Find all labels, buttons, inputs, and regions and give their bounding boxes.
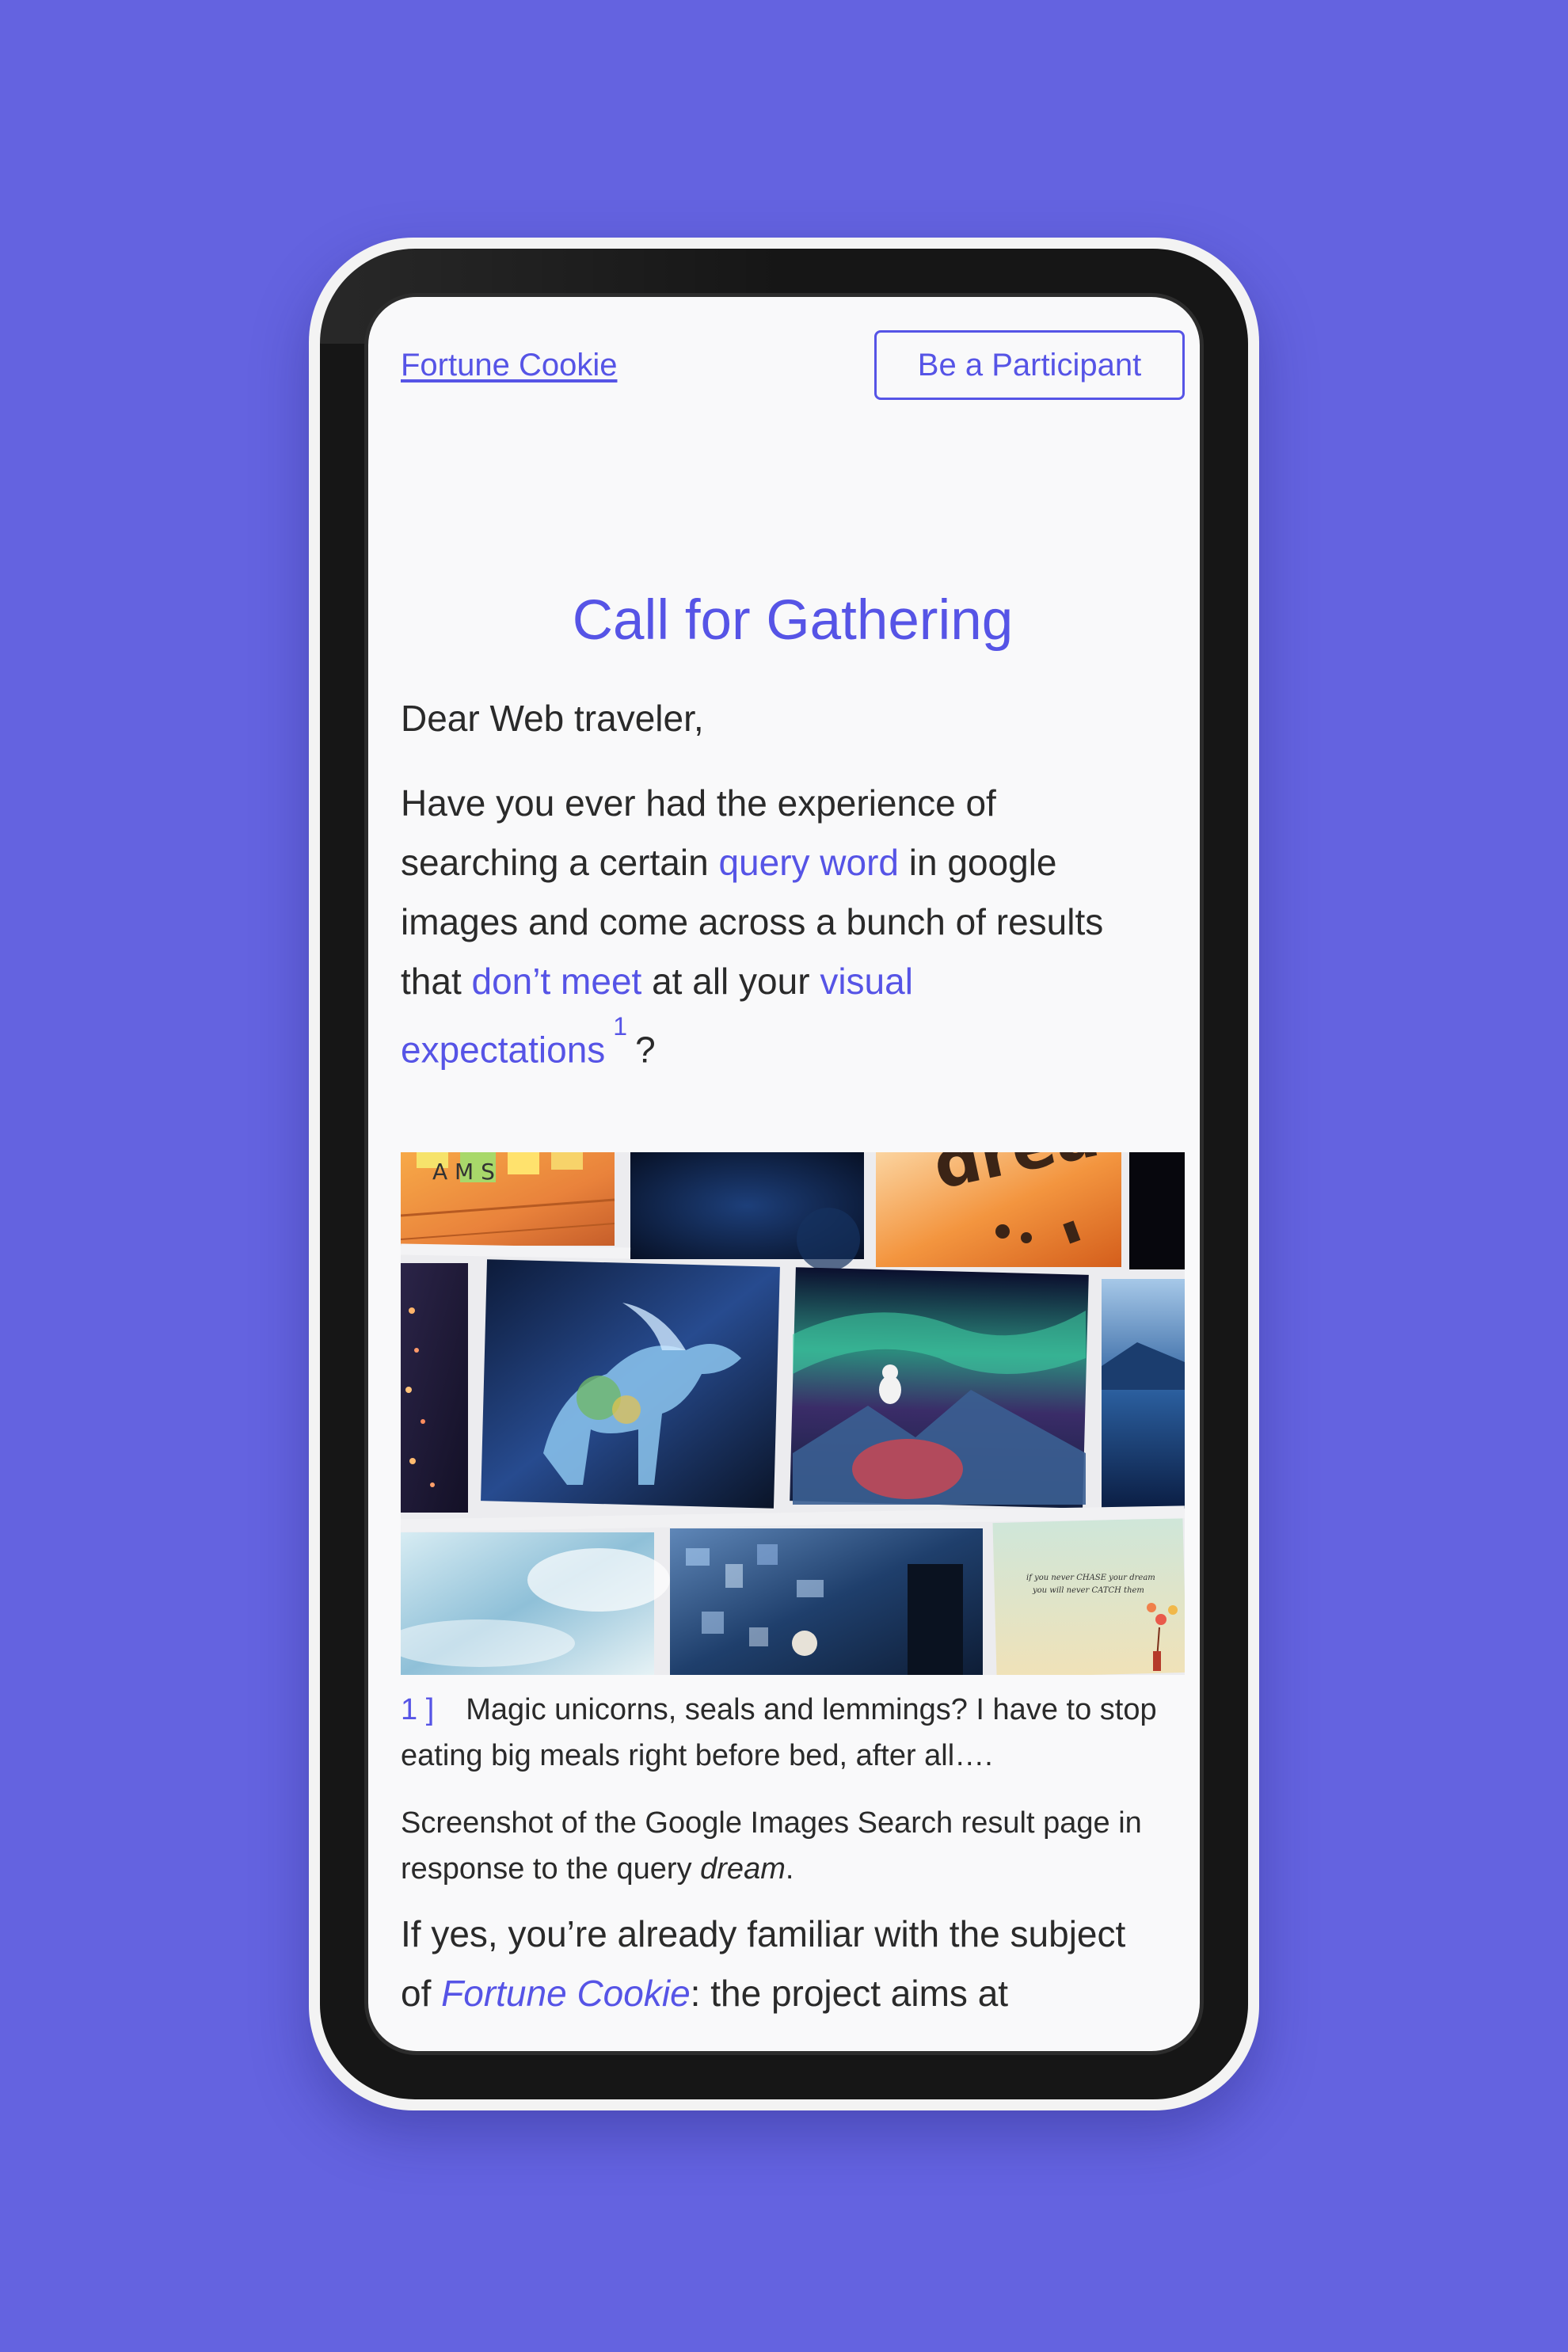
tile-unicorn xyxy=(481,1259,780,1509)
image-collage: A M S drea xyxy=(401,1152,1185,1675)
phone-screen[interactable]: Fortune Cookie Be a Participant Call for… xyxy=(364,293,1204,2055)
figure-caption: Screenshot of the Google Images Search r… xyxy=(401,1800,1185,1892)
tile-lake xyxy=(1102,1279,1185,1509)
footnote-1: 1 ] Magic unicorns, seals and lemmings? I… xyxy=(401,1687,1185,1779)
phone-mockup: Fortune Cookie Be a Participant Call for… xyxy=(309,238,1259,2110)
fortune-cookie-inline-link[interactable]: Fortune Cookie xyxy=(441,1973,691,2014)
tile-mosaic xyxy=(670,1528,983,1675)
be-a-participant-button[interactable]: Be a Participant xyxy=(874,330,1185,400)
tile-letters: A M S xyxy=(401,1152,615,1246)
caption-query: dream xyxy=(700,1852,786,1886)
greeting-text: Dear Web traveler, xyxy=(401,698,704,739)
tile-dream-word: drea xyxy=(876,1152,1121,1267)
top-bar: Fortune Cookie Be a Participant xyxy=(401,330,1185,400)
tile-letters-text: A M S xyxy=(432,1159,495,1185)
tile-sky xyxy=(401,1532,670,1675)
query-word-link[interactable]: query word xyxy=(718,842,899,883)
google-images-screenshot: A M S drea xyxy=(401,1152,1185,1675)
intro-text-4: ? xyxy=(635,1029,656,1071)
continuation-text-after: : the project aims at xyxy=(690,1973,1009,2014)
intro-paragraph: Have you ever had the experience of sear… xyxy=(401,774,1161,1079)
intro-text-3: at all your xyxy=(641,961,820,1002)
tile-dark-edge xyxy=(1129,1152,1185,1269)
caption-text-after: . xyxy=(785,1852,794,1886)
fortune-cookie-home-link[interactable]: Fortune Cookie xyxy=(401,348,617,383)
tile-quote-beach: if you never CHASE your dream you will n… xyxy=(992,1517,1185,1675)
tile-quote-line2: you will never CATCH them xyxy=(1032,1586,1144,1595)
tile-dark-night xyxy=(630,1152,864,1271)
tile-aurora-seal xyxy=(790,1267,1089,1509)
tile-lights xyxy=(401,1263,468,1513)
footnote-marker: 1 ] xyxy=(401,1693,435,1726)
dont-meet-link[interactable]: don’t meet xyxy=(472,961,642,1002)
footnote-text: Magic unicorns, seals and lemmings? I ha… xyxy=(401,1693,1157,1772)
continuation-paragraph: If yes, you’re already familiar with the… xyxy=(401,1905,1161,2023)
page-title: Call for Gathering xyxy=(572,589,1014,652)
tile-quote-line1: if you never CHASE your dream xyxy=(1026,1574,1155,1582)
footnote-ref-1[interactable]: 1 xyxy=(613,1012,627,1041)
phone-bezel: Fortune Cookie Be a Participant Call for… xyxy=(320,249,1248,2099)
